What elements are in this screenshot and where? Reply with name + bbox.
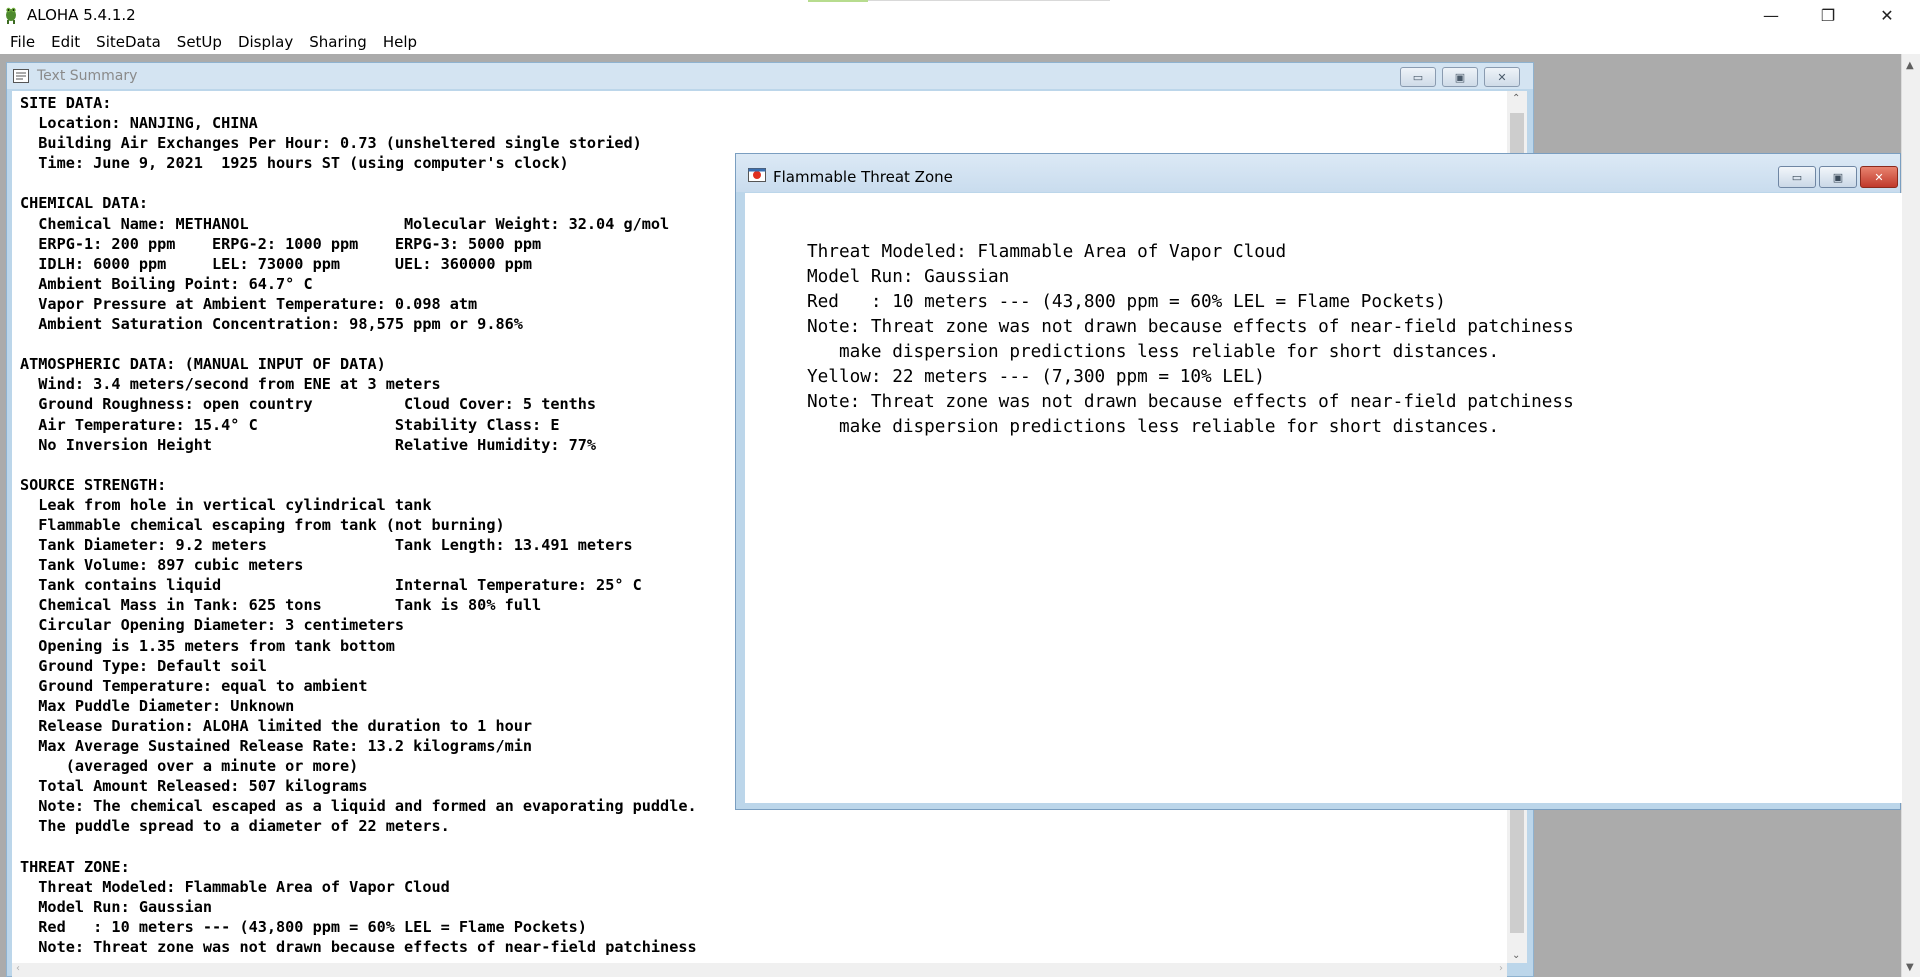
summary-line: Building Air Exchanges Per Hour: 0.73 (u… [20, 134, 642, 153]
summary-line: Vapor Pressure at Ambient Temperature: 0… [20, 294, 478, 313]
summary-line: Tank contains liquid Internal Temperatur… [20, 576, 642, 595]
chevron-left-icon[interactable]: ‹ [16, 963, 20, 974]
summary-line: Tank Diameter: 9.2 meters Tank Length: 1… [20, 536, 633, 555]
summary-line: Air Temperature: 15.4° C Stability Class… [20, 415, 560, 434]
menu-help[interactable]: Help [375, 33, 425, 51]
summary-line: The puddle spread to a diameter of 22 me… [20, 817, 450, 836]
summary-line [20, 455, 697, 475]
threat-line: Model Run: Gaussian [807, 267, 1010, 287]
summary-line: Ambient Boiling Point: 64.7° C [20, 274, 313, 293]
threat-zone-content: Threat Modeled: Flammable Area of Vapor … [745, 193, 1902, 803]
minimize-button[interactable]: — [1748, 0, 1794, 30]
summary-line: Ambient Saturation Concentration: 98,575… [20, 315, 523, 334]
summary-line: Ground Temperature: equal to ambient [20, 676, 368, 695]
summary-line: Leak from hole in vertical cylindrical t… [20, 495, 432, 514]
close-child-button[interactable]: ✕ [1484, 67, 1520, 87]
summary-line: ERPG-1: 200 ppm ERPG-2: 1000 ppm ERPG-3:… [20, 234, 542, 253]
summary-line: Tank Volume: 897 cubic meters [20, 556, 304, 575]
summary-line: Chemical Mass in Tank: 625 tons Tank is … [20, 596, 542, 615]
chevron-down-icon[interactable]: ⌄ [1512, 950, 1520, 961]
summary-line: SOURCE STRENGTH: [20, 475, 167, 494]
summary-line: Max Average Sustained Release Rate: 13.2… [20, 737, 533, 755]
title-accent-bar [808, 0, 868, 2]
maximize-child-button[interactable]: ▣ [1442, 67, 1478, 87]
summary-line: Opening is 1.35 meters from tank bottom [20, 636, 395, 655]
summary-line: Ground Roughness: open country Cloud Cov… [20, 395, 597, 414]
restore-button[interactable]: ❐ [1805, 0, 1851, 30]
summary-line: Time: June 9, 2021 1925 hours ST (using … [20, 154, 569, 173]
text-summary-title: Text Summary [37, 68, 138, 84]
threat-zone-title: Flammable Threat Zone [773, 168, 953, 186]
summary-line: Model Run: Gaussian [20, 897, 213, 916]
text-document-icon [13, 69, 29, 83]
summary-line: Threat Modeled: Flammable Area of Vapor … [20, 877, 450, 896]
menu-sitedata[interactable]: SiteData [88, 33, 169, 51]
app-title: ALOHA 5.4.1.2 [27, 6, 136, 24]
threat-line: make dispersion predictions less reliabl… [807, 417, 1500, 437]
text-summary-body: SITE DATA: Location: NANJING, CHINA Buil… [20, 93, 697, 957]
menu-bar: File Edit SiteData SetUp Display Sharing… [0, 30, 1920, 54]
summary-line: No Inversion Height Relative Humidity: 7… [20, 435, 597, 454]
threat-line: Note: Threat zone was not drawn because … [807, 392, 1574, 412]
chevron-right-icon[interactable]: › [1499, 963, 1503, 974]
summary-line: Max Puddle Diameter: Unknown [20, 696, 295, 715]
scroll-up-arrow-icon[interactable]: ▲ [1906, 60, 1914, 71]
threat-zone-body: Threat Modeled: Flammable Area of Vapor … [807, 240, 1574, 440]
threat-line: Red : 10 meters --- (43,800 ppm = 60% LE… [807, 292, 1446, 312]
close-child-button[interactable]: ✕ [1860, 166, 1898, 188]
summary-line: (averaged over a minute or more) [20, 757, 359, 776]
summary-line: Flammable chemical escaping from tank (n… [20, 515, 505, 534]
chevron-up-icon[interactable]: ⌃ [1512, 93, 1520, 104]
menu-file[interactable]: File [2, 33, 43, 51]
threat-zone-titlebar[interactable]: Flammable Threat Zone ▭ ▣ ✕ [736, 154, 1900, 192]
minimize-child-button[interactable]: ▭ [1778, 166, 1816, 188]
maximize-child-button[interactable]: ▣ [1819, 166, 1857, 188]
summary-line: SITE DATA: [20, 94, 112, 112]
summary-line: IDLH: 6000 ppm LEL: 73000 ppm UEL: 36000… [20, 254, 533, 273]
scroll-down-arrow-icon[interactable]: ▼ [1906, 962, 1914, 973]
threat-line: make dispersion predictions less reliabl… [807, 342, 1500, 362]
summary-line: Ground Type: Default soil [20, 656, 267, 675]
menu-setup[interactable]: SetUp [169, 33, 230, 51]
aloha-frog-icon [6, 7, 16, 24]
threat-zone-icon [748, 168, 766, 182]
threat-line: Threat Modeled: Flammable Area of Vapor … [807, 242, 1287, 262]
text-summary-titlebar[interactable]: Text Summary ▭ ▣ ✕ [7, 63, 1533, 89]
app-titlebar: ALOHA 5.4.1.2 — ❐ ✕ [0, 0, 1920, 30]
summary-line: Chemical Name: METHANOL Molecular Weight… [20, 214, 670, 233]
summary-line: Red : 10 meters --- (43,800 ppm = 60% LE… [20, 917, 587, 936]
summary-line: Release Duration: ALOHA limited the dura… [20, 716, 533, 735]
threat-line: Yellow: 22 meters --- (7,300 ppm = 10% L… [807, 367, 1265, 387]
close-button[interactable]: ✕ [1864, 0, 1910, 30]
summary-line: Total Amount Released: 507 kilograms [20, 777, 368, 796]
menu-edit[interactable]: Edit [43, 33, 88, 51]
text-summary-horizontal-scrollbar[interactable]: ‹ › [12, 963, 1507, 977]
summary-line [20, 836, 697, 856]
workspace-scrollbar[interactable]: ▲ ▼ [1901, 54, 1920, 977]
title-divider [868, 0, 1110, 1]
summary-line: Circular Opening Diameter: 3 centimeters [20, 616, 405, 635]
summary-line [20, 334, 697, 354]
minimize-child-button[interactable]: ▭ [1400, 67, 1436, 87]
threat-line: Note: Threat zone was not drawn because … [807, 317, 1574, 337]
summary-line: Note: The chemical escaped as a liquid a… [20, 797, 697, 816]
menu-sharing[interactable]: Sharing [301, 33, 375, 51]
summary-line: Note: Threat zone was not drawn because … [20, 937, 697, 956]
summary-line [20, 173, 697, 193]
flammable-threat-zone-window: Flammable Threat Zone ▭ ▣ ✕ Threat Model… [735, 153, 1902, 810]
menu-display[interactable]: Display [230, 33, 301, 51]
summary-line: CHEMICAL DATA: [20, 194, 149, 213]
summary-line: Location: NANJING, CHINA [20, 114, 258, 133]
summary-line: THREAT ZONE: [20, 857, 130, 876]
summary-line: ATMOSPHERIC DATA: (MANUAL INPUT OF DATA) [20, 355, 386, 374]
summary-line: Wind: 3.4 meters/second from ENE at 3 me… [20, 375, 441, 394]
